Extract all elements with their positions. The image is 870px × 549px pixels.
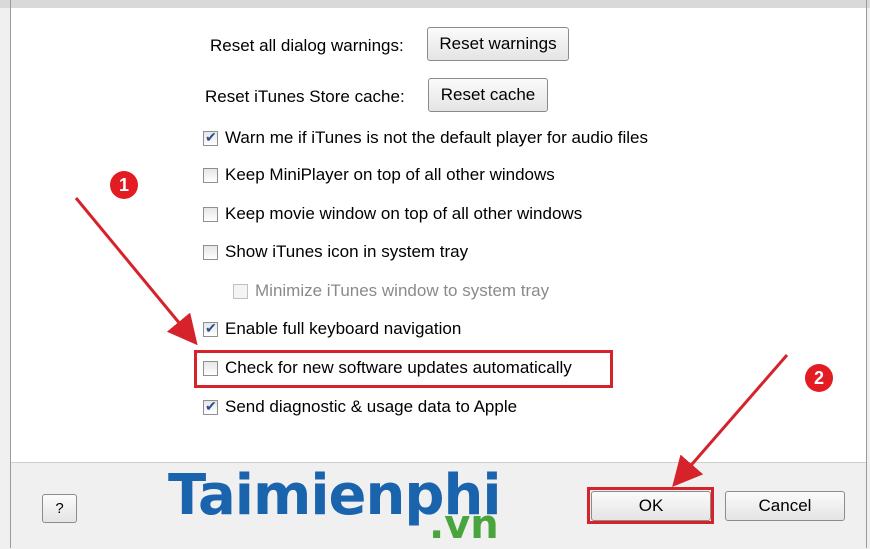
- step-1-badge: 1: [110, 171, 138, 199]
- arrow-to-update-option: [74, 197, 198, 346]
- arrow-to-ok-button: [672, 354, 789, 488]
- step-2-badge: 2: [805, 364, 833, 392]
- annotation-arrows: [74, 197, 789, 488]
